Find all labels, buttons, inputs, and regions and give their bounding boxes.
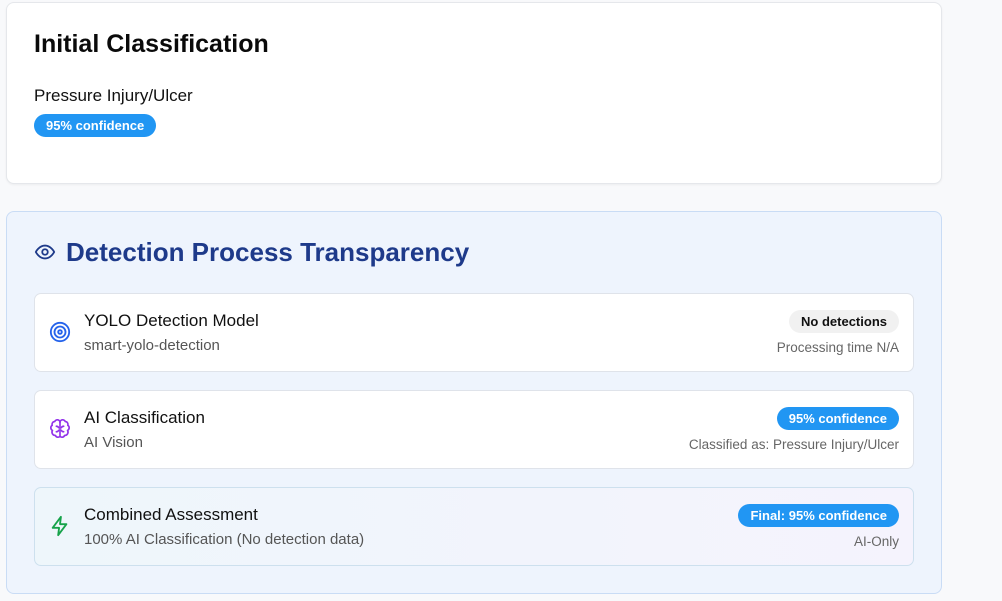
confidence-badge: 95% confidence (34, 114, 157, 137)
lightning-icon (51, 515, 68, 537)
row-title: YOLO Detection Model (84, 311, 259, 330)
processing-time-note: Processing time N/A (776, 340, 899, 355)
ai-only-note: AI-Only (853, 534, 899, 549)
yolo-detection-row: YOLO Detection Model smart-yolo-detectio… (34, 293, 914, 372)
combined-assessment-row: Combined Assessment 100% AI Classificati… (34, 487, 914, 566)
detection-transparency-card: Detection Process Transparency YOLO Dete… (6, 211, 942, 594)
row-title: Combined Assessment (84, 505, 258, 524)
ai-classification-row: AI Classification AI Vision 95% confiden… (34, 390, 914, 469)
transparency-header: Detection Process Transparency (34, 236, 469, 268)
no-detections-badge: No detections (789, 310, 899, 333)
classification-label: Pressure Injury/Ulcer (34, 86, 193, 105)
eye-icon (34, 244, 56, 260)
classified-as-note: Classified as: Pressure Injury/Ulcer (688, 437, 899, 452)
row-subtitle: 100% AI Classification (No detection dat… (84, 531, 365, 548)
final-confidence-badge: Final: 95% confidence (738, 504, 899, 527)
transparency-title: Detection Process Transparency (66, 237, 470, 267)
target-icon (49, 321, 71, 343)
initial-classification-title: Initial Classification (34, 30, 269, 58)
initial-classification-card: Initial Classification Pressure Injury/U… (6, 2, 942, 184)
ai-confidence-badge: 95% confidence (776, 407, 899, 430)
row-subtitle: AI Vision (84, 434, 143, 451)
row-title: AI Classification (84, 408, 205, 427)
brain-icon (50, 419, 70, 439)
row-subtitle: smart-yolo-detection (84, 337, 220, 354)
